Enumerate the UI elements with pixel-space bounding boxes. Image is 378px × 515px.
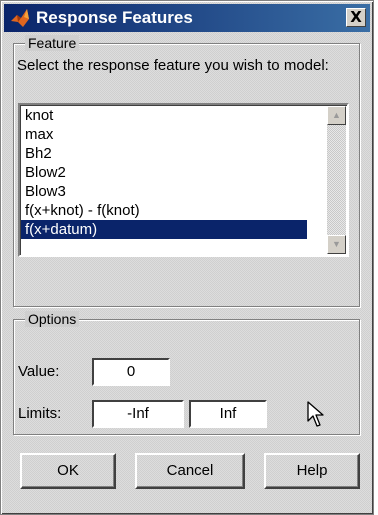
list-item[interactable]: f(x+knot) - f(knot): [21, 201, 307, 220]
limits-label: Limits:: [18, 405, 62, 422]
feature-group-title: Feature: [25, 35, 80, 51]
list-item[interactable]: Bh2: [21, 144, 307, 163]
value-label: Value:: [18, 363, 60, 380]
title-bar[interactable]: Response Features X: [4, 4, 370, 32]
close-button[interactable]: X: [346, 8, 366, 27]
list-scrollbar[interactable]: ▲ ▼: [327, 106, 346, 254]
limit-max-input[interactable]: Inf: [189, 400, 267, 428]
options-group-title: Options: [25, 311, 80, 327]
list-item[interactable]: max: [21, 125, 307, 144]
list-item[interactable]: Blow3: [21, 182, 307, 201]
limit-min-input[interactable]: -Inf: [92, 400, 184, 428]
arrow-up-icon: ▲: [332, 110, 341, 120]
matlab-icon: [11, 9, 29, 27]
mouse-pointer-icon: [307, 401, 324, 427]
list-items: knot max Bh2 Blow2 Blow3 f(x+knot) - f(knot) f…: [21, 106, 307, 239]
ok-button[interactable]: OK: [20, 453, 116, 489]
value-input[interactable]: 0: [92, 358, 170, 386]
response-feature-list[interactable]: knot max Bh2 Blow2 Blow3 f(x+knot) - f(knot) f…: [18, 103, 349, 257]
cancel-button[interactable]: Cancel: [135, 453, 245, 489]
list-item[interactable]: knot: [21, 106, 307, 125]
window-title: Response Features: [36, 8, 193, 27]
response-features-dialog: Response Features X Feature Select the r…: [0, 0, 374, 515]
help-button[interactable]: Help: [264, 453, 360, 489]
feature-prompt: Select the response feature you wish to …: [17, 57, 329, 74]
close-icon: X: [350, 8, 362, 26]
scroll-down-button[interactable]: ▼: [327, 235, 346, 254]
arrow-down-icon: ▼: [332, 239, 341, 249]
list-item[interactable]: Blow2: [21, 163, 307, 182]
scroll-up-button[interactable]: ▲: [327, 106, 346, 125]
list-item[interactable]: f(x+datum): [21, 220, 307, 239]
